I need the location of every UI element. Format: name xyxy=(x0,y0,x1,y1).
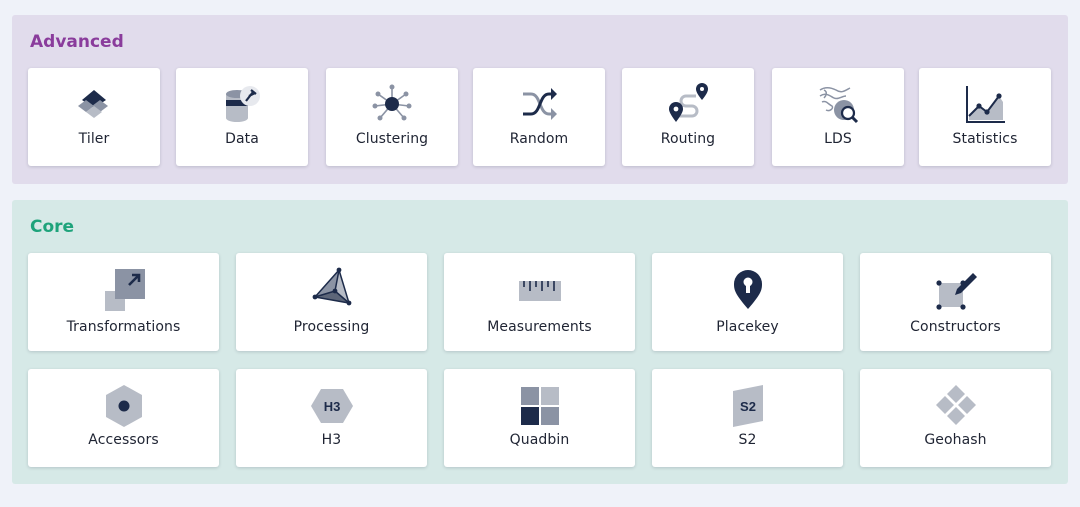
card-constructors[interactable]: Constructors xyxy=(860,253,1051,351)
transformations-icon xyxy=(104,269,145,311)
advanced-title: Advanced xyxy=(30,32,124,52)
card-placekey-label: Placekey xyxy=(716,319,779,335)
s2-glyph: S2 xyxy=(740,399,756,414)
card-quadbin-label: Quadbin xyxy=(509,432,570,448)
h3-icon: H3 xyxy=(310,389,353,423)
card-processing[interactable]: Processing xyxy=(236,253,427,351)
card-accessors-label: Accessors xyxy=(88,432,159,448)
card-data[interactable]: Data xyxy=(176,68,308,166)
random-icon xyxy=(523,88,557,120)
card-quadbin[interactable]: Quadbin xyxy=(444,369,635,467)
card-transformations[interactable]: Transformations xyxy=(28,253,219,351)
card-geohash-label: Geohash xyxy=(924,432,987,448)
card-random[interactable]: Random xyxy=(473,68,605,166)
core-title: Core xyxy=(30,217,75,237)
card-routing[interactable]: Routing xyxy=(622,68,754,166)
accessors-icon xyxy=(105,385,142,427)
constructors-icon xyxy=(935,273,977,310)
card-data-label: Data xyxy=(225,131,259,147)
card-measurements[interactable]: Measurements xyxy=(444,253,635,351)
card-measurements-label: Measurements xyxy=(487,319,592,335)
card-transformations-label: Transformations xyxy=(66,319,181,335)
card-processing-label: Processing xyxy=(293,319,370,335)
statistics-icon xyxy=(966,86,1005,123)
card-lds-label: LDS xyxy=(824,131,852,147)
card-geohash[interactable]: Geohash xyxy=(860,369,1051,467)
clustering-icon xyxy=(372,84,412,121)
quadbin-icon xyxy=(520,387,559,425)
data-icon xyxy=(226,86,260,122)
card-constructors-label: Constructors xyxy=(910,319,1001,335)
card-placekey[interactable]: Placekey xyxy=(652,253,843,351)
card-clustering-label: Clustering xyxy=(355,131,429,147)
card-random-label: Random xyxy=(509,131,569,147)
tiler-icon xyxy=(78,90,108,118)
card-tiler-label: Tiler xyxy=(78,131,110,147)
card-lds[interactable]: LDS xyxy=(772,68,904,166)
processing-icon xyxy=(312,267,351,306)
card-clustering[interactable]: Clustering xyxy=(326,68,458,166)
geohash-icon xyxy=(935,385,976,425)
card-routing-label: Routing xyxy=(660,131,716,147)
placekey-icon xyxy=(733,270,762,309)
lds-icon xyxy=(819,86,859,124)
advanced-section: Advanced Tiler Data Clustering Random Ro… xyxy=(12,15,1068,184)
h3-glyph: H3 xyxy=(323,399,340,414)
card-s2[interactable]: S2 S2 xyxy=(652,369,843,467)
card-s2-label: S2 xyxy=(738,432,757,448)
card-statistics-label: Statistics xyxy=(952,131,1018,147)
measurements-icon xyxy=(518,281,561,301)
routing-icon xyxy=(669,83,708,122)
card-tiler[interactable]: Tiler xyxy=(28,68,160,166)
card-accessors[interactable]: Accessors xyxy=(28,369,219,467)
s2-icon: S2 xyxy=(732,385,763,427)
card-statistics[interactable]: Statistics xyxy=(919,68,1051,166)
card-h3[interactable]: H3 H3 xyxy=(236,369,427,467)
core-section: Core Transformations Processing Measurem… xyxy=(12,200,1068,484)
card-h3-label: H3 xyxy=(321,432,342,448)
